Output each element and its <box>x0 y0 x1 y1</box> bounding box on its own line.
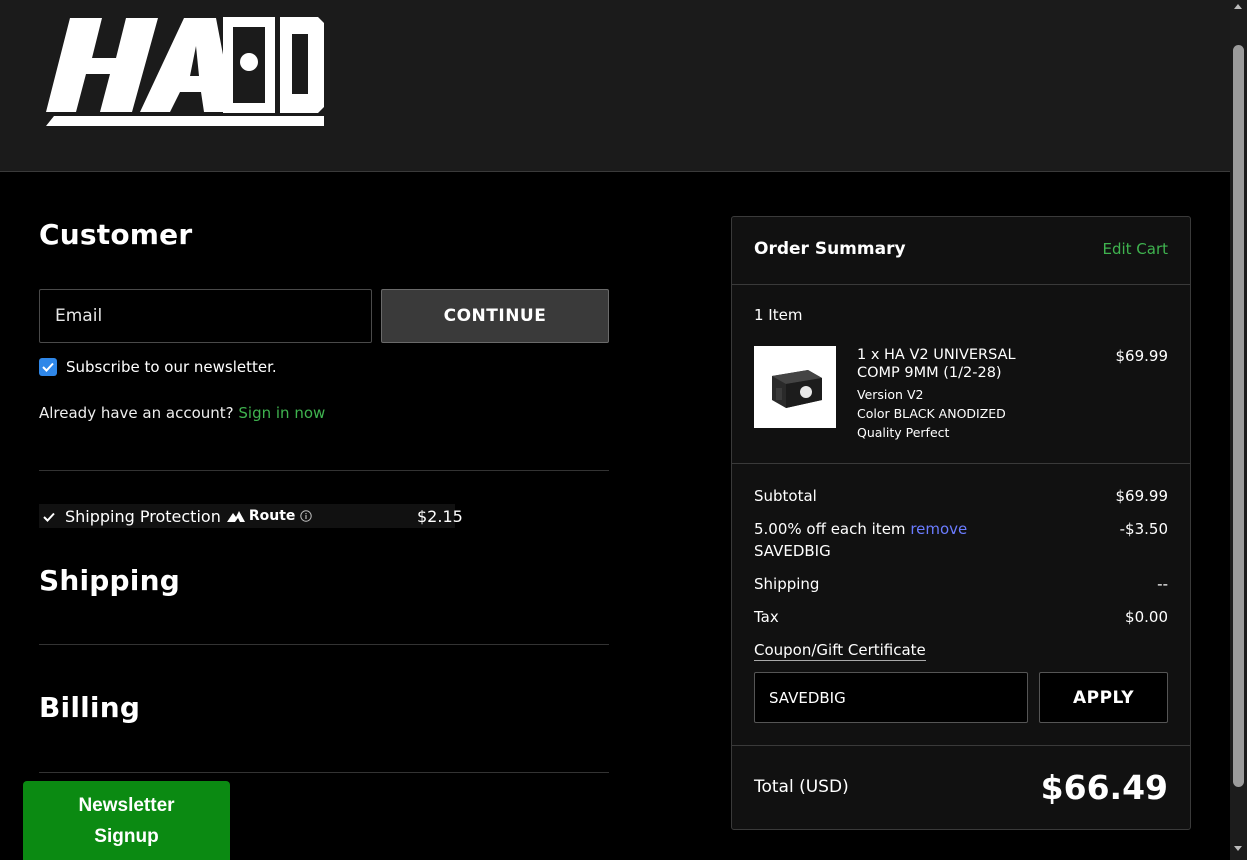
discount-code: SAVEDBIG <box>754 542 831 560</box>
product-option: Color BLACK ANODIZED <box>857 406 1006 421</box>
total-label: Total (USD) <box>754 777 849 797</box>
shipping-label: Shipping <box>754 575 820 593</box>
subtotal-label: Subtotal <box>754 487 817 505</box>
coupon-toggle[interactable]: Coupon/Gift Certificate <box>754 641 926 661</box>
newsletter-subscribe-row: Subscribe to our newsletter. <box>39 357 277 377</box>
checkmark-icon <box>42 362 54 372</box>
apply-coupon-button[interactable]: APPLY <box>1039 672 1168 723</box>
scrollbar-thumb[interactable] <box>1233 45 1244 787</box>
scroll-down-arrow-icon[interactable] <box>1234 846 1242 851</box>
billing-title[interactable]: Billing <box>39 691 140 724</box>
account-prompt: Already have an account? <box>39 404 234 422</box>
shipping-protection-check[interactable] <box>39 507 59 526</box>
edit-cart-link[interactable]: Edit Cart <box>1102 240 1168 258</box>
tax-label: Tax <box>754 608 779 626</box>
route-brand-name: Route <box>248 508 296 524</box>
email-input[interactable] <box>39 289 372 343</box>
shipping-protection-row[interactable]: Shipping Protection Route $2.15 <box>39 504 463 528</box>
product-thumbnail <box>754 346 836 428</box>
discount-label-row: 5.00% off each item remove <box>754 520 967 538</box>
checkmark-icon <box>43 512 55 522</box>
customer-title: Customer <box>39 218 193 251</box>
divider <box>39 772 609 773</box>
product-option: Version V2 <box>857 387 924 402</box>
page-scrollbar[interactable] <box>1230 0 1247 860</box>
divider <box>732 284 1190 285</box>
info-icon[interactable] <box>300 507 313 526</box>
continue-button[interactable]: CONTINUE <box>381 289 609 343</box>
shipping-protection-price: $2.15 <box>417 506 463 526</box>
remove-discount-link[interactable]: remove <box>910 520 967 538</box>
coupon-input[interactable] <box>754 672 1028 723</box>
total-value: $66.49 <box>1040 768 1168 807</box>
discount-value: -$3.50 <box>1119 520 1168 538</box>
order-summary-panel: Order Summary Edit Cart 1 Item 1 x HA V2… <box>731 216 1191 830</box>
scroll-up-arrow-icon[interactable] <box>1234 4 1242 9</box>
tax-value: $0.00 <box>1125 608 1168 626</box>
product-price: $69.99 <box>1115 347 1169 365</box>
shipping-title[interactable]: Shipping <box>39 564 180 597</box>
ha-logo-icon <box>46 17 324 126</box>
discount-label: 5.00% off each item <box>754 520 906 538</box>
divider <box>39 644 609 645</box>
compensator-image-icon <box>772 370 822 408</box>
sign-in-link[interactable]: Sign in now <box>238 404 325 422</box>
newsletter-signup-button[interactable]: Newsletter Signup <box>23 781 230 860</box>
account-prompt-row: Already have an account? Sign in now <box>39 404 325 422</box>
divider <box>732 745 1190 746</box>
product-option: Quality Perfect <box>857 425 950 440</box>
order-summary-title: Order Summary <box>754 239 906 259</box>
item-count: 1 Item <box>754 306 803 324</box>
newsletter-label: Subscribe to our newsletter. <box>66 358 277 376</box>
divider <box>39 470 609 471</box>
divider <box>732 463 1190 464</box>
subtotal-value: $69.99 <box>1115 487 1169 505</box>
shipping-protection-label: Shipping Protection <box>65 506 221 526</box>
route-logo-icon <box>226 510 245 522</box>
newsletter-checkbox[interactable] <box>39 358 57 376</box>
site-header <box>0 0 1230 172</box>
brand-logo[interactable] <box>44 12 326 133</box>
product-name: 1 x HA V2 UNIVERSAL COMP 9MM (1/2-28) <box>857 347 1016 381</box>
shipping-value: -- <box>1157 575 1168 593</box>
route-brand: Route <box>226 508 296 524</box>
